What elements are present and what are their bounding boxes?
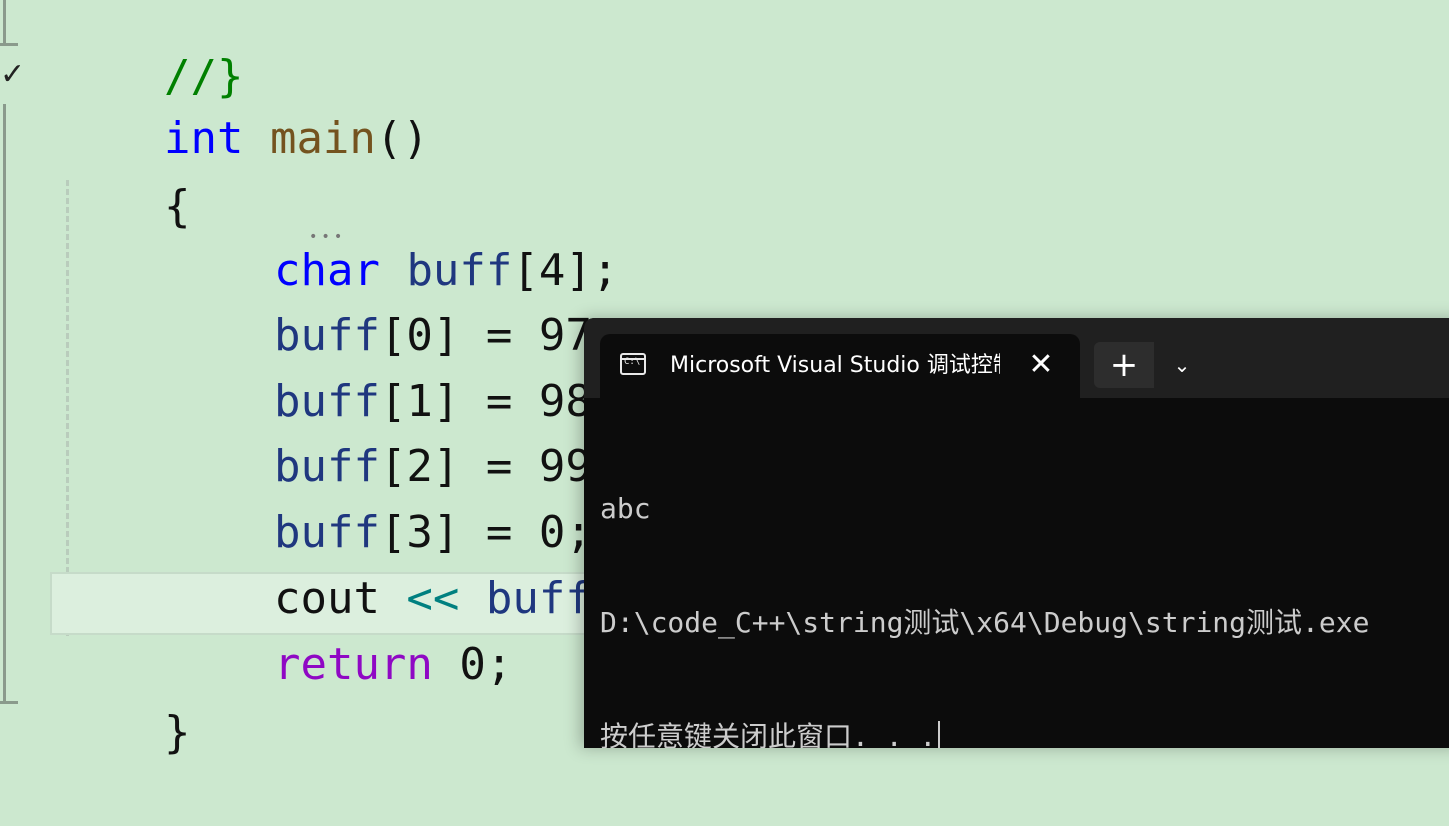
terminal-titlebar[interactable]: C:\ Microsoft Visual Studio 调试控制台 ✕ + ⌄ (584, 318, 1449, 398)
code-brace: } (163, 707, 191, 758)
code-line[interactable]: buff[2] = 99; (58, 374, 618, 492)
plus-icon[interactable]: + (1094, 342, 1154, 388)
code-line[interactable]: { (58, 114, 191, 232)
code-punctuation: () (375, 113, 429, 164)
code-function-name: main (269, 113, 376, 164)
tab-title: Microsoft Visual Studio 调试控制台 (670, 353, 1000, 378)
console-output[interactable]: abc D:\code_C++\string测试\x64\Debug\strin… (600, 414, 1449, 748)
console-line: D:\code_C++\string测试\x64\Debug\string测试.… (600, 606, 1370, 639)
code-line[interactable]: buff[1] = 98; (58, 309, 618, 427)
code-keyword: return (273, 639, 433, 690)
code-line[interactable]: buff[3] = 0; (58, 440, 592, 558)
gutter-marker (0, 43, 18, 46)
terminal-tab[interactable]: C:\ Microsoft Visual Studio 调试控制台 ✕ (600, 334, 1080, 398)
code-line[interactable]: } (58, 640, 191, 758)
gutter-marker (3, 104, 6, 701)
console-line: 按任意键关闭此窗口. . . (600, 718, 1449, 748)
code-text: 0; (459, 639, 513, 690)
chevron-down-icon[interactable]: ⌄ (1157, 342, 1207, 388)
console-line: abc (600, 492, 651, 525)
terminal-app-icon: C:\ (620, 353, 646, 375)
code-line[interactable]: cout << buff; (58, 506, 618, 624)
code-line[interactable]: return 0; (58, 572, 512, 690)
close-icon[interactable]: ✕ (1024, 348, 1058, 382)
code-line[interactable]: int main() (58, 46, 429, 164)
terminal-window[interactable]: C:\ Microsoft Visual Studio 调试控制台 ✕ + ⌄ … (584, 318, 1449, 748)
fold-check-icon[interactable]: ✓ (0, 60, 25, 90)
suggestion-dots: ••• (309, 229, 347, 245)
code-line[interactable]: buff[0] = 97; (58, 243, 618, 361)
code-line[interactable]: //} (58, 0, 243, 102)
console-prompt-text: 按任意键关闭此窗口. . . (600, 720, 937, 748)
gutter-marker (0, 701, 18, 704)
gutter-marker (3, 0, 6, 45)
